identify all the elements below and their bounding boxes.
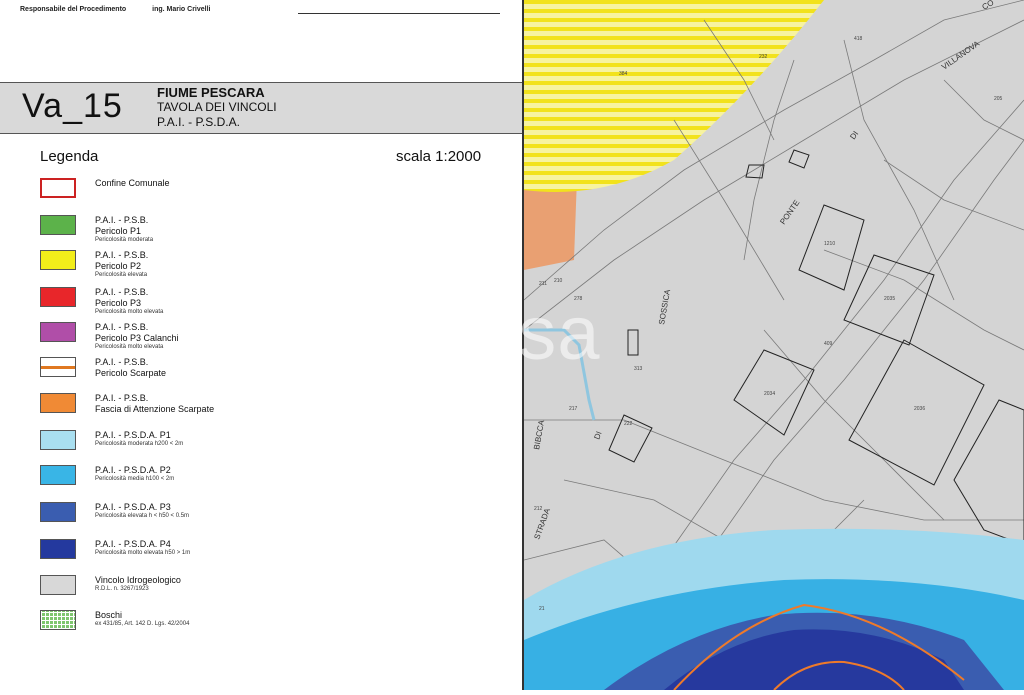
parcel-number: 222	[624, 421, 633, 427]
responsible-name: ing. Mario Crivelli	[152, 6, 211, 13]
legend-label: P.A.I. - P.S.D.A. P4 Pericolosità molto e…	[95, 539, 191, 556]
legend-item: Vincolo Idrogeologico R.D.L. n. 3267/1923	[40, 575, 480, 605]
parcel-number: 21	[539, 606, 545, 612]
legend-label: P.A.I. - P.S.B. Pericolo P3 Pericolosità m…	[95, 287, 164, 315]
legend-item: P.A.I. - P.S.B. Fascia di Attenzione Scar…	[40, 393, 480, 423]
legend-item: P.A.I. - P.S.D.A. P3 Pericolosità elevata…	[40, 502, 480, 532]
legend-swatch	[40, 465, 76, 485]
legend-swatch	[40, 287, 76, 307]
legend-label: P.A.I. - P.S.D.A. P1 Pericolosità moderat…	[95, 430, 184, 447]
parcel-number: 211	[539, 281, 547, 287]
legend-item: P.A.I. - P.S.B. Pericolo P2 Pericolosità e…	[40, 250, 480, 280]
title-line-3: P.A.I. - P.S.D.A.	[157, 115, 240, 129]
parcel-number: 217	[569, 406, 578, 412]
legend-label: P.A.I. - P.S.D.A. P3 Pericolosità elevata…	[95, 502, 190, 519]
title-block: FIUME PESCARA TAVOLA DEI VINCOLI P.A.I. …	[157, 85, 277, 130]
legend-swatch	[40, 539, 76, 559]
legend-swatch	[40, 502, 76, 522]
legend-swatch	[40, 575, 76, 595]
legend-label: Confine Comunale	[95, 178, 170, 188]
legend-item: P.A.I. - P.S.B. Pericolo Scarpate	[40, 357, 480, 387]
parcel-number: 205	[994, 96, 1003, 102]
legend-swatch	[40, 250, 76, 270]
parcel-number: 409	[824, 341, 833, 347]
title-band: Va_15 FIUME PESCARA TAVOLA DEI VINCOLI P…	[0, 82, 522, 134]
legend-swatch	[40, 357, 76, 377]
legend-item: P.A.I. - P.S.D.A. P4 Pericolosità molto e…	[40, 539, 480, 569]
legend-label: P.A.I. - P.S.D.A. P2 Pericolosità media h…	[95, 465, 175, 482]
title-line-2: TAVOLA DEI VINCOLI	[157, 100, 277, 114]
legend-label: Vincolo Idrogeologico R.D.L. n. 3267/1923	[95, 575, 181, 592]
parcel-number: 232	[759, 54, 768, 60]
legend-label: Boschi ex 431/85, Art. 142 D. Lgs. 42/200…	[95, 610, 190, 627]
legend-item: P.A.I. - P.S.B. Pericolo P3 Calanchi Peric…	[40, 322, 480, 352]
parcel-number: 212	[534, 506, 543, 512]
legend-item: P.A.I. - P.S.D.A. P2 Pericolosità media h…	[40, 465, 480, 495]
legend-heading: Legenda	[40, 148, 99, 165]
legend-label: P.A.I. - P.S.B. Pericolo Scarpate	[95, 357, 167, 378]
signature-line	[298, 13, 500, 14]
map-scale: scala 1:2000	[396, 148, 482, 165]
legend-panel: Responsabile del Procedimento ing. Mario…	[0, 0, 522, 690]
legend-item: Confine Comunale	[40, 178, 480, 208]
legend-item: P.A.I. - P.S.B. Pericolo P1 Pericolosità m…	[40, 215, 480, 245]
legend-swatch	[40, 610, 76, 630]
legend-label: P.A.I. - P.S.B. Fascia di Attenzione Scar…	[95, 393, 215, 414]
legend-swatch	[40, 393, 76, 413]
legend-label: P.A.I. - P.S.B. Pericolo P2 Pericolosità e…	[95, 250, 149, 278]
header-responsible: Responsabile del Procedimento ing. Mario…	[20, 6, 235, 13]
legend-swatch	[40, 178, 76, 198]
parcel-number: 313	[634, 366, 643, 372]
sheet-code: Va_15	[22, 87, 123, 125]
responsible-label: Responsabile del Procedimento	[20, 6, 127, 13]
map-canvas[interactable]: VILLANOVA PONTE DI STRADA DI SOSSICA BIB…	[523, 0, 1024, 691]
legend-label: P.A.I. - P.S.B. Pericolo P1 Pericolosità m…	[95, 215, 154, 243]
parcel-number: 278	[574, 296, 583, 302]
legend-swatch	[40, 430, 76, 450]
parcel-number: 2035	[884, 296, 895, 302]
parcel-number: 2036	[914, 406, 925, 412]
parcel-number: 2034	[764, 391, 775, 397]
legend-item: Boschi ex 431/85, Art. 142 D. Lgs. 42/200…	[40, 610, 480, 640]
legend-swatch	[40, 215, 76, 235]
legend-swatch	[40, 322, 76, 342]
map-view[interactable]: VILLANOVA PONTE DI STRADA DI SOSSICA BIB…	[522, 0, 1024, 691]
legend-label: P.A.I. - P.S.B. Pericolo P3 Calanchi Peric…	[95, 322, 179, 350]
parcel-number: 210	[554, 278, 563, 284]
legend-item: P.A.I. - P.S.B. Pericolo P3 Pericolosità m…	[40, 287, 480, 317]
parcel-number: 1210	[824, 241, 835, 247]
legend-item: P.A.I. - P.S.D.A. P1 Pericolosità moderat…	[40, 430, 480, 460]
parcel-number: 418	[854, 36, 863, 42]
parcel-number: 384	[619, 71, 628, 77]
title-line-1: FIUME PESCARA	[157, 85, 265, 100]
